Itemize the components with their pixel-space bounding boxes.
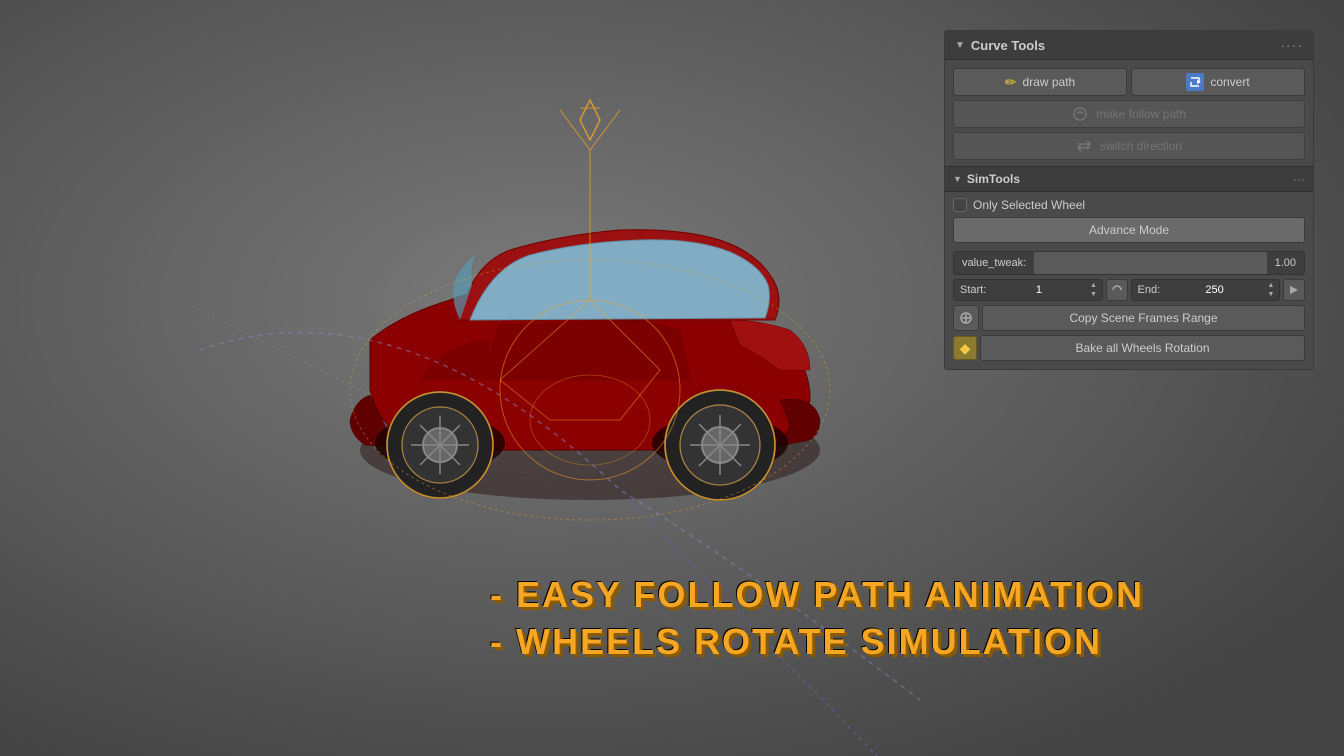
value-tweak-value: 1.00 — [1267, 253, 1304, 273]
sync-icon-button[interactable] — [1106, 279, 1128, 301]
make-follow-path-row: make follow path — [953, 100, 1305, 128]
advance-mode-row: Advance Mode — [953, 217, 1305, 247]
switch-direction-label: switch direction — [1100, 139, 1182, 153]
annotation-line-2: - Wheels Rotate Simulation — [490, 619, 1144, 666]
switch-direction-icon — [1076, 138, 1092, 154]
annotation-block: - Easy Follow Path Animation - Wheels Ro… — [490, 572, 1144, 666]
draw-path-label: draw path — [1023, 75, 1076, 89]
only-selected-wheel-checkbox[interactable] — [953, 198, 967, 212]
start-end-row: Start: 1 ▲ ▼ End: 250 — [953, 279, 1305, 301]
only-selected-wheel-label: Only Selected Wheel — [973, 198, 1085, 212]
end-arrows[interactable]: ▲ ▼ — [1263, 281, 1279, 300]
end-up-arrow[interactable]: ▲ — [1266, 282, 1276, 290]
switch-direction-button[interactable]: switch direction — [953, 132, 1305, 160]
end-field-group: End: 250 ▲ ▼ — [1131, 279, 1281, 301]
end-down-arrow[interactable]: ▼ — [1266, 291, 1276, 299]
pencil-icon: ✏ — [1005, 74, 1017, 91]
start-up-arrow[interactable]: ▲ — [1089, 282, 1099, 290]
make-follow-path-icon — [1072, 106, 1088, 122]
curve-tools-row: ✏ draw path convert — [953, 68, 1305, 96]
annotation-line-1: - Easy Follow Path Animation — [490, 572, 1144, 619]
refresh-icon — [1288, 284, 1300, 296]
copy-icon-button[interactable] — [953, 305, 979, 331]
convert-button[interactable]: convert — [1131, 68, 1305, 96]
convert-label: convert — [1210, 75, 1249, 89]
switch-direction-row: switch direction — [953, 132, 1305, 160]
only-selected-wheel-row: Only Selected Wheel — [953, 198, 1305, 212]
start-field-group: Start: 1 ▲ ▼ — [953, 279, 1103, 301]
copy-scene-label: Copy Scene Frames Range — [1069, 311, 1217, 325]
panel-header: Curve Tools ···· — [945, 31, 1313, 60]
value-tweak-label: value_tweak: — [954, 253, 1034, 273]
refresh-icon-button[interactable] — [1283, 279, 1305, 301]
copy-scene-button[interactable]: Copy Scene Frames Range — [982, 305, 1305, 331]
advance-mode-button[interactable]: Advance Mode — [953, 217, 1305, 243]
panel-title: Curve Tools — [955, 38, 1045, 53]
convert-icon — [1186, 73, 1204, 91]
copy-icon — [959, 311, 973, 325]
make-follow-path-label: make follow path — [1096, 107, 1186, 121]
bake-icon: ◆ — [953, 336, 977, 360]
sim-tools-dots: ··· — [1293, 172, 1305, 186]
sim-tools-section-header: SimTools ··· — [945, 166, 1313, 192]
start-down-arrow[interactable]: ▼ — [1089, 291, 1099, 299]
value-tweak-row[interactable]: value_tweak: 1.00 — [953, 251, 1305, 275]
value-tweak-slider[interactable] — [1034, 252, 1266, 274]
bake-label: Bake all Wheels Rotation — [1075, 341, 1209, 355]
panel-body: ✏ draw path convert make foll — [945, 60, 1313, 369]
panel-dots: ···· — [1280, 37, 1303, 53]
bake-row: ◆ Bake all Wheels Rotation — [953, 335, 1305, 361]
start-arrows[interactable]: ▲ ▼ — [1086, 281, 1102, 300]
end-input[interactable]: 250 — [1166, 280, 1263, 300]
end-label: End: — [1132, 280, 1167, 300]
start-input[interactable]: 1 — [992, 280, 1085, 300]
viewport: - Easy Follow Path Animation - Wheels Ro… — [0, 0, 1344, 756]
sync-icon — [1111, 284, 1123, 296]
curve-tools-panel: Curve Tools ···· ✏ draw path convert — [944, 30, 1314, 370]
start-label: Start: — [954, 280, 992, 300]
bake-button[interactable]: Bake all Wheels Rotation — [980, 335, 1305, 361]
advance-mode-label: Advance Mode — [1089, 223, 1169, 237]
make-follow-path-button[interactable]: make follow path — [953, 100, 1305, 128]
draw-path-button[interactable]: ✏ draw path — [953, 68, 1127, 96]
sim-tools-title: SimTools — [953, 172, 1020, 186]
copy-scene-row: Copy Scene Frames Range — [953, 305, 1305, 331]
